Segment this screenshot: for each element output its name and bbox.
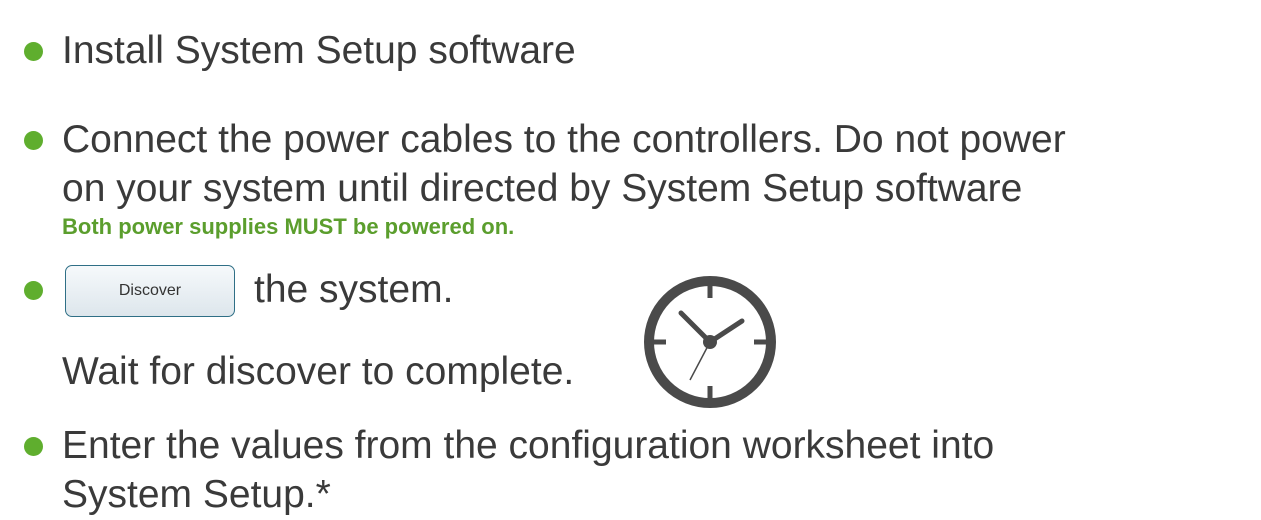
discover-button[interactable]: Discover — [65, 265, 235, 317]
bullet — [24, 281, 43, 300]
step-1-text: Install System Setup software — [62, 29, 576, 72]
bullet — [24, 42, 43, 61]
step-3-text: the system. — [254, 268, 454, 311]
step-2-line-2: on your system until directed by System … — [62, 167, 1023, 210]
step-4-line-2: System Setup.* — [62, 473, 331, 516]
step-4-line-1: Enter the values from the configuration … — [62, 424, 995, 467]
step-3-wait-text: Wait for discover to complete. — [62, 350, 575, 393]
step-2-line-1: Connect the power cables to the controll… — [62, 118, 1066, 161]
clock-icon — [644, 276, 776, 408]
bullet — [24, 131, 43, 150]
power-supply-note: Both power supplies MUST be powered on. — [62, 214, 515, 239]
bullet — [24, 437, 43, 456]
setup-steps-page: Install System Setup software Connect th… — [0, 0, 1261, 520]
